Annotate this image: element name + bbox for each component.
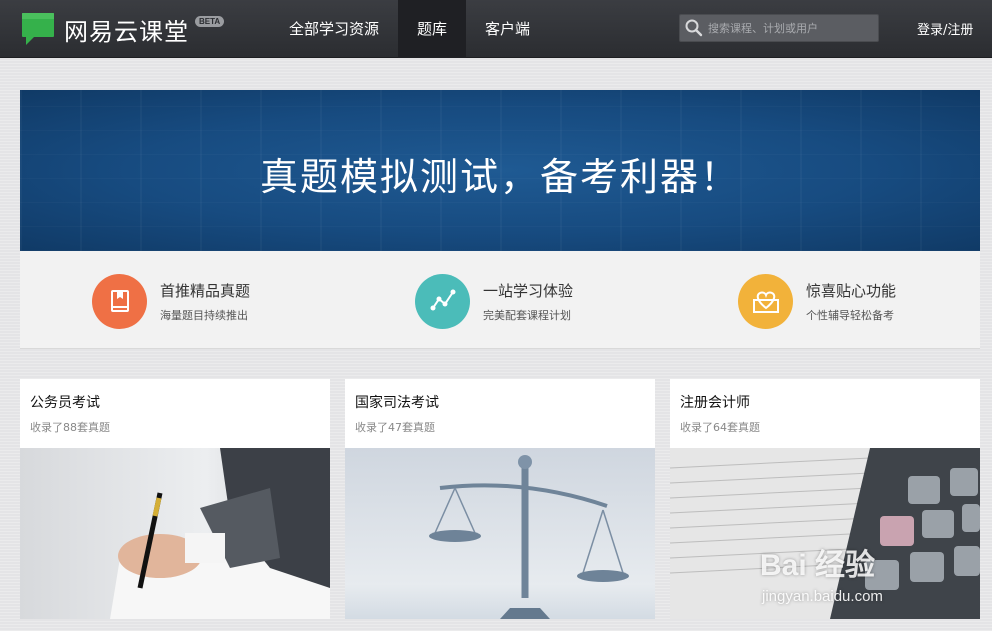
card-subtitle: 收录了47套真题 bbox=[355, 421, 435, 434]
feature-item-quality-questions: 首推精品真题 海量题目持续推出 bbox=[92, 273, 250, 329]
site-logo[interactable]: 网易云课堂 BETA bbox=[20, 10, 225, 48]
feature-item-thoughtful-features: 惊喜贴心功能 个性辅导轻松备考 bbox=[738, 273, 896, 329]
features-strip: 首推精品真题 海量题目持续推出 一站学习体验 完美配套课程计划 惊喜贴心功能 个… bbox=[20, 251, 980, 349]
login-register-link[interactable]: 登录/注册 bbox=[917, 19, 973, 38]
exam-card-civil-service[interactable]: 公务员考试 收录了88套真题 bbox=[20, 379, 330, 619]
main-nav: 全部学习资源 题库 客户端 bbox=[270, 0, 549, 58]
card-subtitle: 收录了88套真题 bbox=[30, 421, 110, 434]
search-icon[interactable] bbox=[680, 14, 708, 42]
hand-writing-image bbox=[20, 448, 330, 619]
beta-badge: BETA bbox=[195, 15, 225, 27]
logo-chat-bubble-icon bbox=[20, 11, 56, 47]
heart-envelope-icon bbox=[738, 273, 793, 329]
line-chart-icon bbox=[415, 273, 470, 329]
exam-card-judicial[interactable]: 国家司法考试 收录了47套真题 bbox=[345, 379, 655, 619]
feature-desc: 海量题目持续推出 bbox=[160, 308, 248, 322]
banner-title: 真题模拟测试，备考利器！ bbox=[259, 155, 740, 199]
scales-of-justice-image bbox=[345, 448, 655, 619]
baidu-jingyan-watermark: Bai 经验 bbox=[760, 549, 876, 582]
logo-text: 网易云课堂 bbox=[64, 17, 189, 46]
top-navigation-bar: 网易云课堂 BETA 全部学习资源 题库 客户端 登录/注册 bbox=[0, 0, 992, 58]
feature-desc: 个性辅导轻松备考 bbox=[806, 308, 894, 322]
feature-title: 惊喜贴心功能 bbox=[806, 281, 897, 300]
card-subtitle: 收录了64套真题 bbox=[680, 421, 760, 434]
card-title: 公务员考试 bbox=[30, 395, 100, 411]
nav-all-resources[interactable]: 全部学习资源 bbox=[270, 0, 398, 58]
feature-desc: 完美配套课程计划 bbox=[483, 308, 571, 322]
nav-question-bank[interactable]: 题库 bbox=[398, 0, 467, 58]
search-input[interactable] bbox=[708, 21, 873, 35]
feature-item-one-stop-learning: 一站学习体验 完美配套课程计划 bbox=[415, 273, 573, 329]
nav-client[interactable]: 客户端 bbox=[466, 0, 549, 58]
feature-title: 一站学习体验 bbox=[483, 281, 574, 300]
hero-banner: 真题模拟测试，备考利器！ bbox=[20, 90, 980, 251]
feature-title: 首推精品真题 bbox=[160, 281, 251, 300]
book-icon bbox=[92, 273, 147, 329]
card-title: 国家司法考试 bbox=[355, 395, 439, 411]
watermark-url: jingyan.baidu.com bbox=[762, 588, 883, 605]
card-title: 注册会计师 bbox=[680, 395, 750, 411]
search-box bbox=[679, 14, 879, 42]
